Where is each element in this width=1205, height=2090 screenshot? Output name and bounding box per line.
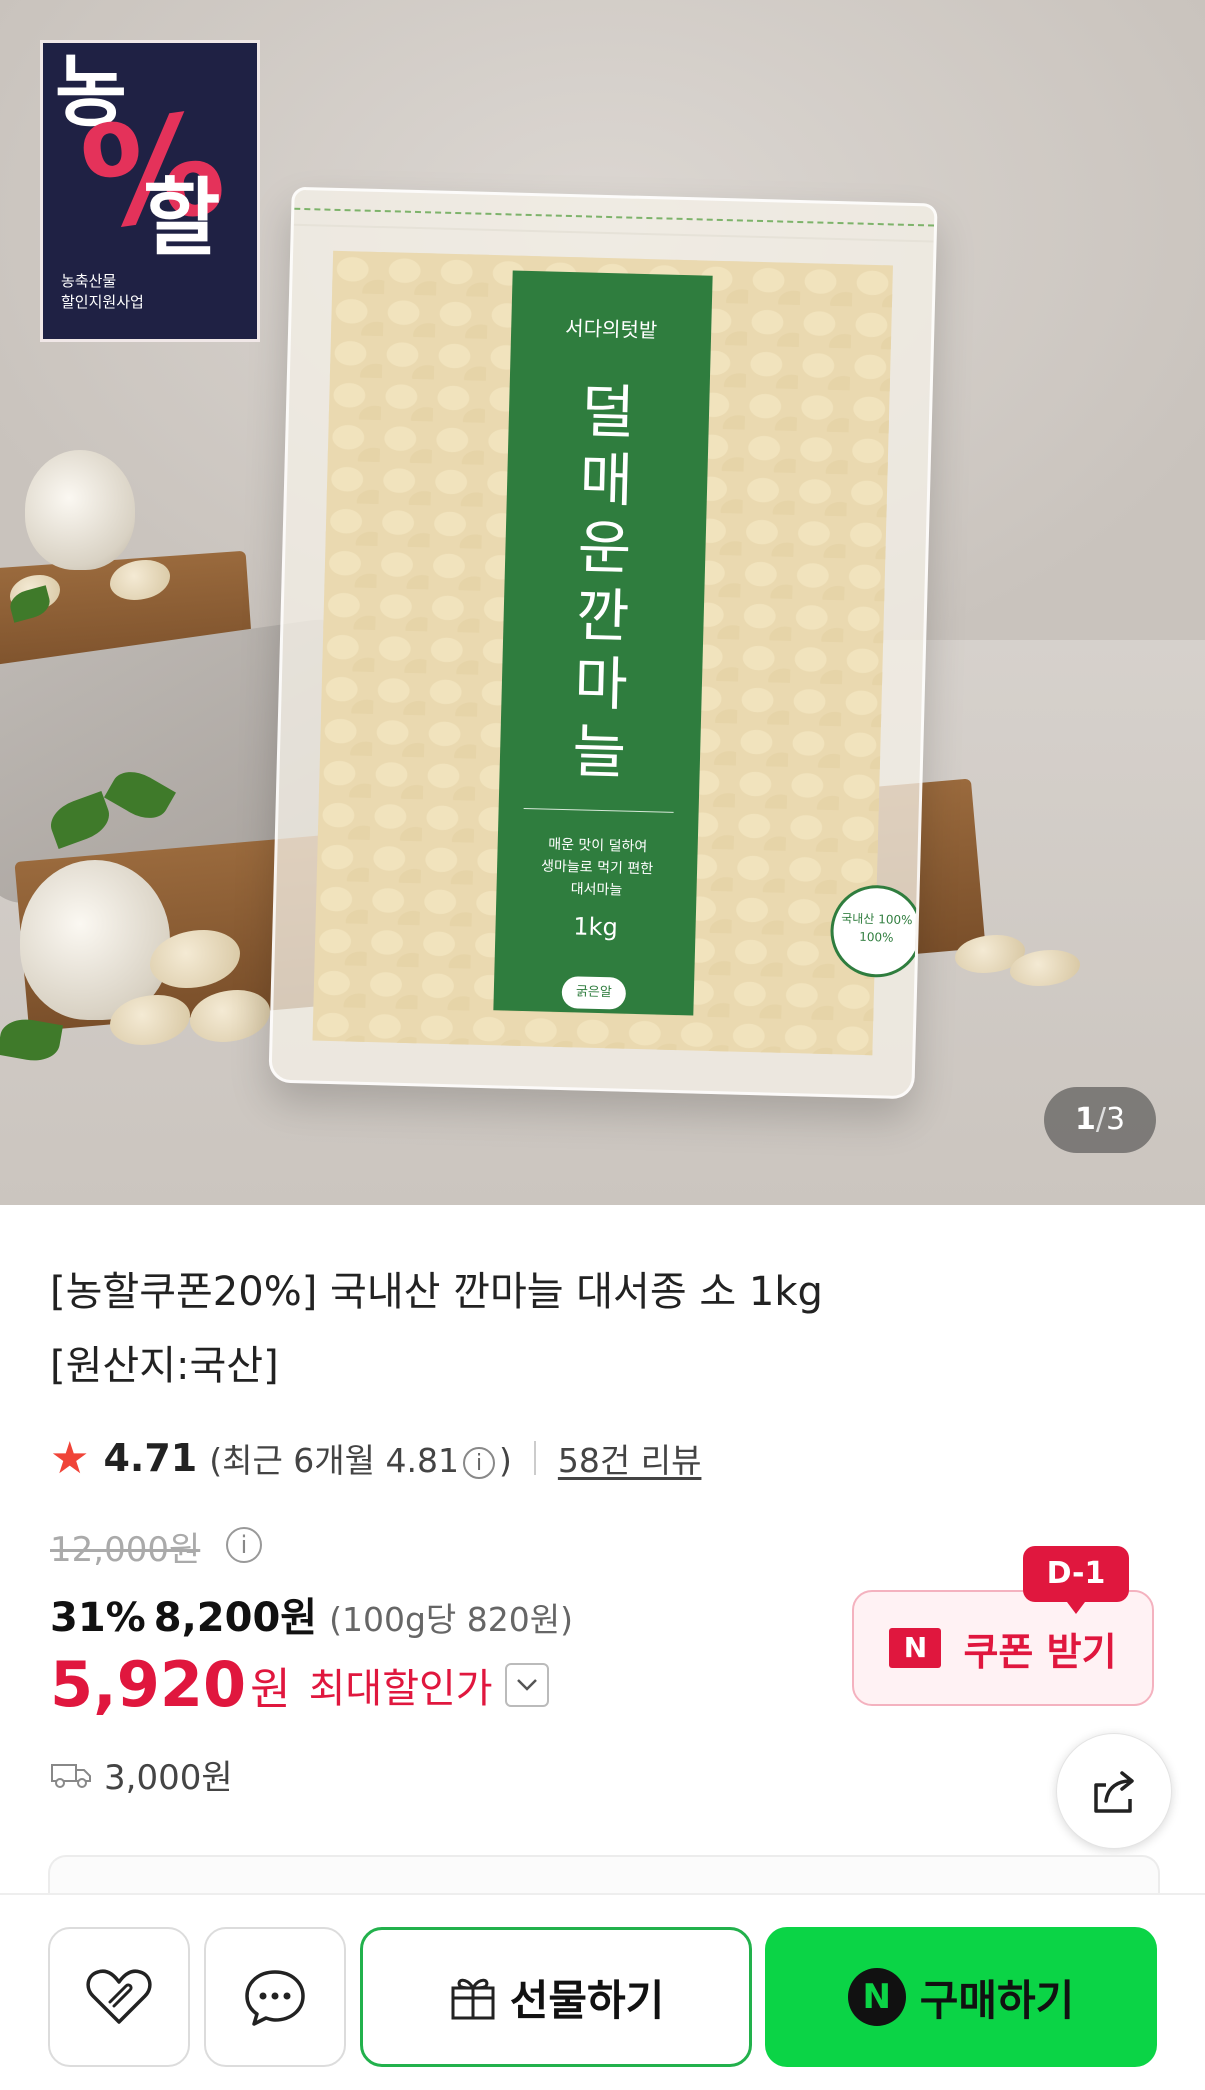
unit-price: (100g당 820원) <box>329 1600 573 1639</box>
buy-button[interactable]: N 구매하기 <box>765 1927 1157 2067</box>
rating-score: 4.71 <box>103 1436 198 1480</box>
nonghal-logo: 농 % 할 농축산물 할인지원사업 <box>40 40 260 342</box>
shipping-fee-value: 3,000원 <box>104 1758 233 1798</box>
gift-button[interactable]: 선물하기 <box>360 1927 752 2067</box>
discount-percent: 31% <box>50 1595 146 1641</box>
chevron-down-icon[interactable] <box>504 1662 549 1707</box>
recent-rating: (최근 6개월 4.81 i) <box>209 1434 512 1482</box>
size-badge: 굵은알 <box>561 976 627 1010</box>
wishlist-button[interactable] <box>48 1927 190 2067</box>
max-discount-label: 최대할인가 <box>308 1665 493 1712</box>
garlic-bulb <box>25 450 135 570</box>
image-counter: 1/3 <box>1044 1087 1156 1153</box>
logo-text: 할 <box>143 169 221 267</box>
gift-label: 선물하기 <box>509 1975 665 2025</box>
coupon-deadline-badge: D-1 <box>1023 1546 1129 1614</box>
logo-caption-line: 할인지원사업 <box>61 293 144 311</box>
product-title: [농할쿠폰20%] 국내산 깐마늘 대서종 소 1kg [원산지:국산] <box>50 1255 1050 1403</box>
counter-separator: / <box>1095 1102 1106 1137</box>
recent-rating-close: ) <box>499 1441 512 1480</box>
heart-clip-icon <box>86 1969 152 2024</box>
final-price-row[interactable]: 5,920 원 최대할인가 <box>50 1648 549 1721</box>
share-icon <box>1094 1771 1134 1813</box>
chat-bubble-icon <box>245 1970 305 2026</box>
discount-row: 31% 8,200원 (100g당 820원) <box>50 1585 573 1643</box>
seal-text: 100% <box>859 929 894 945</box>
naver-n-icon: N <box>889 1628 942 1668</box>
logo-caption: 농축산물 할인지원사업 <box>61 271 144 313</box>
package-weight: 1kg <box>573 912 619 942</box>
counter-total: 3 <box>1105 1102 1126 1137</box>
coupon-button[interactable]: N 쿠폰 받기 <box>852 1590 1154 1706</box>
origin-seal: 국내산 100% 100% <box>829 884 924 979</box>
share-button[interactable] <box>1056 1733 1172 1849</box>
label-divider <box>523 807 674 813</box>
buy-label: 구매하기 <box>919 1975 1075 2025</box>
bag-zipper <box>293 207 935 243</box>
gift-icon <box>451 1978 495 2020</box>
star-icon: ★ <box>50 1432 90 1484</box>
product-image[interactable]: 서다의텃밭 덜매운 깐마늘 매운 맛이 덜하여 생마늘로 먹기 편한 대서마늘 … <box>0 0 1205 1205</box>
final-price: 5,920 <box>50 1648 247 1721</box>
info-icon[interactable]: i <box>226 1527 262 1563</box>
shipping-fee: 3,000원 <box>50 1750 233 1799</box>
garlic-bag: 서다의텃밭 덜매운 깐마늘 매운 맛이 덜하여 생마늘로 먹기 편한 대서마늘 … <box>268 186 938 1100</box>
original-price: 12,000원 <box>50 1530 201 1570</box>
final-price-won: 원 <box>250 1663 291 1715</box>
coupon-label: 쿠폰 받기 <box>963 1629 1117 1674</box>
package-label: 서다의텃밭 덜매운 깐마늘 매운 맛이 덜하여 생마늘로 먹기 편한 대서마늘 … <box>493 270 713 1016</box>
reviews-link[interactable]: 58건 리뷰 <box>558 1434 702 1482</box>
counter-current: 1 <box>1074 1102 1096 1137</box>
divider <box>533 1441 536 1475</box>
naver-n-icon: N <box>847 1968 906 2026</box>
logo-caption-line: 농축산물 <box>61 272 117 290</box>
rating-row: ★ 4.71 (최근 6개월 4.81 i) 58건 리뷰 <box>50 1430 701 1486</box>
info-icon[interactable]: i <box>463 1446 495 1479</box>
seal-text: 국내산 100% <box>841 911 913 928</box>
recent-rating-text: (최근 6개월 4.81 <box>209 1441 459 1480</box>
product-title-line: [농할쿠폰20%] 국내산 깐마늘 대서종 소 1kg <box>50 1269 823 1315</box>
truck-icon <box>51 1763 91 1788</box>
product-title-line: [원산지:국산] <box>50 1343 279 1389</box>
package-desc: 대서마늘 <box>570 881 623 899</box>
package-name: 덜매운 깐마늘 <box>571 377 638 787</box>
talk-button[interactable] <box>204 1927 346 2067</box>
discount-price: 8,200원 <box>153 1595 318 1641</box>
bottom-action-bar: 선물하기 N 구매하기 <box>0 1893 1205 2090</box>
package-brand: 서다의텃밭 <box>564 315 658 343</box>
